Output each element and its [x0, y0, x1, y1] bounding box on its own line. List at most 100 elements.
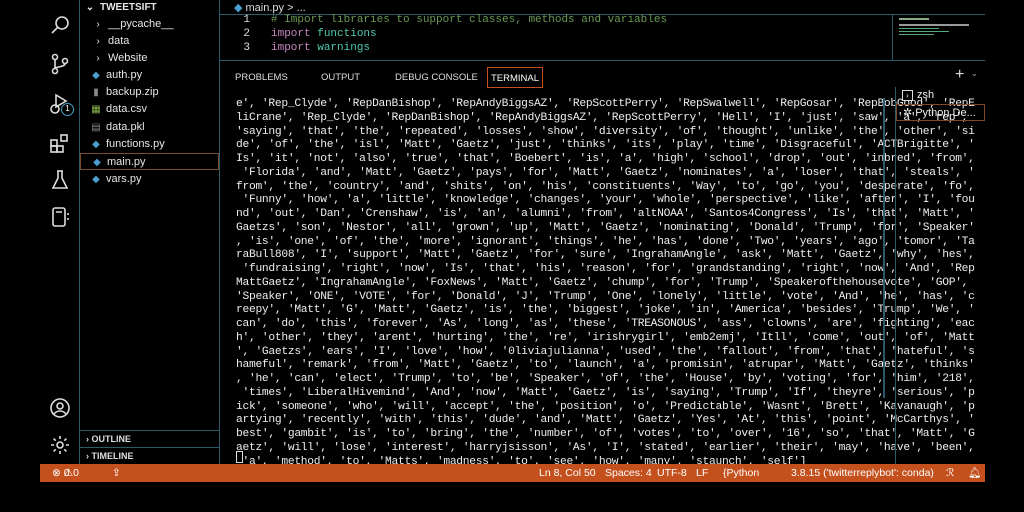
terminal-line: 'fundraising', 'right', 'now', 'Is', 'th…: [236, 263, 975, 275]
tab-problems[interactable]: PROBLEMS: [232, 67, 291, 88]
tab-terminal[interactable]: TERMINAL: [487, 67, 544, 88]
cursor-position[interactable]: Ln 8, Col 50: [539, 464, 596, 482]
terminal-line: raBull808', 'I', 'support', 'Matt', 'Gae…: [236, 249, 975, 262]
python-file-icon: ◆: [92, 139, 100, 150]
problems-status[interactable]: ⊗ 0 ⚠ 0: [52, 464, 79, 482]
explorer-item-data-csv[interactable]: ▦ data.csv: [80, 101, 219, 118]
editor[interactable]: ◆ main.py > ... 1 # Import libraries to …: [220, 0, 985, 60]
terminal-line: de', 'of', 'the', 'isl', 'Matt', 'Gaetz'…: [236, 139, 975, 152]
explorer-item-backup-zip[interactable]: ▮ backup.zip: [80, 84, 219, 101]
terminal-line: 'Florida', 'and', 'Matt', 'Gaetz', 'pays…: [236, 166, 975, 179]
csv-file-icon: ▦: [91, 104, 101, 115]
terminal-line: 'Funny', 'how', 'a', 'little', 'knowledg…: [236, 194, 975, 207]
explorer-item-pycache[interactable]: › __pycache__: [80, 16, 219, 33]
debug-bug-icon: ✲: [903, 107, 913, 119]
code-module: functions: [317, 28, 377, 40]
line-number: 1: [243, 14, 250, 26]
explorer-item-website[interactable]: › Website: [80, 50, 219, 67]
terminal-line: nd', 'out', 'Dan', 'Crenshaw', 'is', 'an…: [236, 208, 975, 220]
language-mode[interactable]: { Python: [723, 464, 759, 482]
terminal-line: Is', 'it', 'not', 'also', 'true', 'that'…: [236, 153, 975, 165]
terminal-list: › zsh ✲ Python De...: [895, 87, 985, 465]
code-keyword: import: [271, 28, 311, 40]
python-interpreter[interactable]: 3.8.15 ('twitterreplybot': conda): [791, 464, 934, 482]
explorer-sidebar: ⌄ TWEETSIFT › __pycache__ › data › Website ◆…: [80, 0, 220, 464]
tab-debug-console[interactable]: DEBUG CONSOLE: [392, 67, 481, 88]
chevron-right-icon: ›: [96, 36, 100, 47]
terminal-output[interactable]: e', 'Rep_Clyde', 'RepDanBishop', 'RepAnd…: [236, 98, 975, 482]
terminal-line: 'times', 'LiberalHivemind', 'And', 'now'…: [236, 386, 975, 399]
explorer-root-tweetsift[interactable]: ⌄ TWEETSIFT: [80, 0, 219, 16]
terminal-item-zsh[interactable]: › zsh: [896, 87, 985, 104]
terminal-line: from', 'the', 'country', 'and', 'shits',…: [236, 180, 975, 193]
explorer-item-data-pkl[interactable]: ▤ data.pkl: [80, 119, 219, 136]
file-icon: ▤: [91, 122, 101, 133]
python-file-icon: ◆: [93, 157, 101, 168]
terminal-line: 'Speaker', 'ONE', 'VOTE', 'for', 'Donald…: [236, 290, 975, 303]
python-file-icon: ◆: [92, 174, 100, 185]
terminal-line: ick', 'someone', 'who', 'will', 'accept'…: [236, 400, 975, 413]
chevron-down-icon: ⌄: [85, 2, 95, 13]
timeline-section[interactable]: › TIMELINE: [80, 447, 219, 464]
breadcrumb[interactable]: ◆ main.py > ...: [234, 1, 306, 14]
terminal-line: reepy', 'Matt', 'G', 'Matt', 'Gaetz', 'i…: [236, 304, 975, 317]
status-bar: ⊗ 0 ⚠ 0 ⇪ Ln 8, Col 50 Spaces: 4 UTF-8 L…: [40, 464, 985, 482]
terminal-line: , 'is', 'one', 'of', 'the', 'more', 'ign…: [236, 235, 975, 248]
terminal-item-python-debug[interactable]: ✲ Python De...: [896, 104, 985, 121]
search-icon[interactable]: [48, 13, 72, 37]
explorer-item-data[interactable]: › data: [80, 33, 219, 50]
line-number: 2: [243, 28, 250, 40]
eol[interactable]: LF: [696, 464, 708, 482]
terminal-line: , 'he', 'can', 'elect', 'Trump', 'to', '…: [236, 373, 975, 385]
terminal-line: artying', 'recently', 'with', 'this', 'd…: [236, 414, 975, 427]
tab-output[interactable]: OUTPUT: [318, 67, 363, 88]
line-number: 3: [243, 42, 250, 54]
debug-badge: 1: [61, 103, 74, 116]
source-control-icon[interactable]: [48, 52, 72, 76]
code-module: warnings: [317, 42, 371, 54]
explorer-item-functions-py[interactable]: ◆ functions.py: [80, 136, 219, 153]
vscode-window: 1 ⌄ TWEETSIFT › __pycache__ › data › Website…: [40, 0, 985, 482]
terminal-line: Gaetzs', 'son', 'Nestor', 'all', 'grown'…: [236, 221, 975, 234]
extensions-icon[interactable]: [48, 131, 72, 155]
new-terminal-icon[interactable]: +: [955, 66, 964, 84]
python-file-icon: ◆: [234, 2, 246, 14]
terminal-line: 'saying', 'that', 'the', 'repeated', 'lo…: [236, 125, 975, 138]
terminal-line: liCrane', 'Rep_Clyde', 'RepDanBishop', '…: [236, 111, 969, 124]
terminal-line: aetz', 'will', 'lose', 'interest', 'harr…: [236, 441, 975, 454]
notifications-bell-icon[interactable]: 🔔︎: [968, 464, 981, 482]
code-comment: # Import libraries to support classes, m…: [271, 14, 668, 26]
bottom-panel: PROBLEMS OUTPUT DEBUG CONSOLE TERMINAL +…: [220, 60, 985, 481]
account-icon[interactable]: [48, 396, 72, 420]
terminal-line: ', 'Gaetzs', 'ears', 'I', 'love', 'how',…: [236, 345, 975, 358]
activity-bar: 1: [40, 0, 80, 464]
terminal-line: e', 'Rep_Clyde', 'RepDanBishop', 'RepAnd…: [236, 98, 975, 110]
settings-gear-icon[interactable]: [48, 433, 72, 457]
terminal-line: MattGaetz', 'IngrahamAngle', 'FoxNews', …: [236, 276, 969, 289]
terminal-line: hameful', 'remark', 'from', 'Matt', 'Gae…: [236, 359, 975, 372]
terminal-icon: ›: [902, 90, 913, 101]
indentation[interactable]: Spaces: 4: [605, 464, 652, 482]
chevron-down-icon[interactable]: ⌄: [971, 69, 978, 78]
zip-file-icon: ▮: [93, 87, 99, 98]
terminal-scrollbar[interactable]: [883, 98, 885, 398]
feedback-icon[interactable]: ℛ: [946, 464, 954, 482]
testing-icon[interactable]: [48, 168, 72, 192]
terminal-line: h', 'other', 'they', 'arent', 'hurting',…: [236, 331, 975, 344]
notebook-icon[interactable]: [48, 205, 72, 229]
minimap[interactable]: [892, 14, 985, 60]
code-keyword: import: [271, 42, 311, 54]
python-file-icon: ◆: [92, 70, 100, 81]
encoding[interactable]: UTF-8: [657, 464, 687, 482]
explorer-item-main-py[interactable]: ◆ main.py: [80, 153, 219, 170]
terminal-cursor: [236, 451, 243, 463]
chevron-right-icon: ›: [96, 53, 100, 64]
terminal-line: can', 'do', 'this', 'forever', 'As', 'lo…: [236, 318, 975, 330]
explorer-item-auth-py[interactable]: ◆ auth.py: [80, 67, 219, 84]
outline-section[interactable]: › OUTLINE: [80, 430, 219, 447]
explorer-item-vars-py[interactable]: ◆ vars.py: [80, 171, 219, 188]
terminal-line: best', 'gambit', 'is', 'to', 'bring', 't…: [236, 428, 975, 440]
chevron-right-icon: ›: [96, 19, 100, 30]
live-share-icon[interactable]: ⇪: [112, 464, 121, 482]
run-debug-icon[interactable]: 1: [48, 92, 74, 116]
